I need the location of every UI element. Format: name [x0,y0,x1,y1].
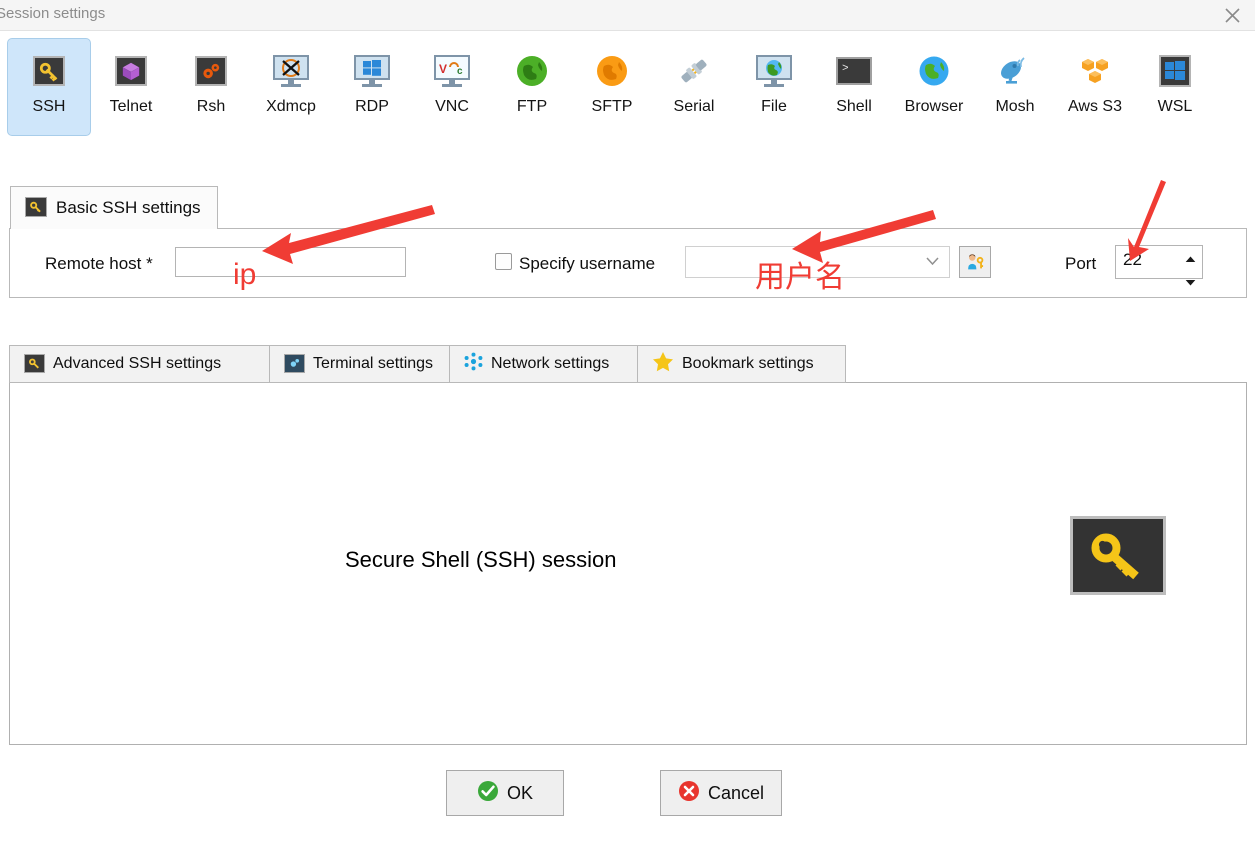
shell-prompt-icon: > [835,52,873,90]
title-bar: Session settings [0,0,1255,31]
session-description: Secure Shell (SSH) session [345,547,617,572]
ok-button-label: OK [506,782,533,803]
username-input[interactable] [686,247,916,277]
ok-button[interactable]: OK [446,770,564,816]
specify-username-label: Specify username [519,254,656,273]
session-type-telnet[interactable]: Telnet [89,38,173,136]
session-type-toolbar: SSH Telnet Rsh Xdmcp RDP V c VNC FTP SFT… [0,31,1255,143]
mosh-dish-icon [996,52,1034,90]
tab-network-settings[interactable]: Network settings [449,345,637,383]
serial-plug-icon [675,52,713,90]
session-type-xdmcp[interactable]: Xdmcp [249,38,333,136]
session-type-rdp[interactable]: RDP [330,38,414,136]
username-combo[interactable] [685,246,950,278]
tab-basic-ssh-settings-label: Basic SSH settings [56,198,201,217]
session-type-ssh[interactable]: SSH [7,38,91,136]
session-type-label: Aws S3 [1068,98,1122,115]
user-key-icon[interactable] [959,246,991,278]
port-label: Port [1065,254,1097,273]
session-type-label: SFTP [591,98,633,115]
session-type-label: Mosh [995,98,1035,115]
session-type-label: SSH [32,98,66,115]
sftp-globe-icon [593,52,631,90]
ssh-key-icon [30,52,68,90]
session-type-ftp[interactable]: FTP [490,38,574,136]
ssh-key-icon [24,353,45,375]
close-icon[interactable] [1209,0,1255,30]
vnc-monitor-icon: V c [433,52,471,90]
rsh-gears-icon [192,52,230,90]
window-title: Session settings [0,5,106,22]
tab-basic-ssh-settings[interactable]: Basic SSH settings [10,186,218,229]
session-type-mosh[interactable]: Mosh [973,38,1057,136]
tab-terminal-settings-label: Terminal settings [313,355,434,372]
session-type-label: RDP [355,98,389,115]
terminal-gear-icon [284,353,305,375]
aws-cubes-icon [1076,52,1114,90]
svg-text:V: V [439,62,447,76]
tab-bookmark-settings-label: Bookmark settings [682,355,814,372]
session-type-label: Serial [673,98,715,115]
port-value: 22 [1123,250,1142,269]
tab-advanced-ssh-settings-label: Advanced SSH settings [53,355,222,372]
rdp-windows-icon [353,52,391,90]
settings-content-panel [9,382,1247,745]
ssh-key-icon [25,197,47,219]
tab-network-settings-label: Network settings [491,355,610,372]
telnet-cube-icon [112,52,150,90]
wsl-windows-icon [1156,52,1194,90]
svg-text:c: c [457,66,463,77]
session-type-sftp[interactable]: SFTP [570,38,654,136]
session-type-label: Shell [836,98,872,115]
tab-bookmark-settings[interactable]: Bookmark settings [637,345,846,383]
tab-advanced-ssh-settings[interactable]: Advanced SSH settings [9,345,269,383]
session-type-aws-s3[interactable]: Aws S3 [1053,38,1137,136]
session-type-label: WSL [1157,98,1193,115]
remote-host-label: Remote host * [45,254,153,273]
session-type-label: Xdmcp [266,98,316,115]
session-type-shell[interactable]: > Shell [812,38,896,136]
session-type-label: Rsh [196,98,226,115]
session-type-file[interactable]: File [732,38,816,136]
session-type-browser[interactable]: Browser [892,38,976,136]
x-circle-icon [678,780,700,807]
session-type-wsl[interactable]: WSL [1133,38,1217,136]
cancel-button[interactable]: Cancel [660,770,782,816]
session-type-serial[interactable]: Serial [652,38,736,136]
session-type-vnc[interactable]: V c VNC [410,38,494,136]
session-type-label: Browser [904,98,964,115]
spinner-up-icon[interactable] [1185,250,1196,268]
browser-globe-icon [915,52,953,90]
ssh-key-icon [1070,516,1166,595]
session-type-label: File [761,98,787,115]
svg-text:>: > [842,63,849,75]
chevron-down-icon[interactable] [926,253,939,271]
cancel-button-label: Cancel [707,782,765,803]
remote-host-input[interactable] [175,247,406,277]
check-circle-icon [477,780,499,807]
session-type-label: Telnet [109,98,153,115]
star-icon [652,351,674,377]
settings-tabstrip: Advanced SSH settings Terminal settings [9,345,846,383]
session-type-rsh[interactable]: Rsh [169,38,253,136]
tab-terminal-settings[interactable]: Terminal settings [269,345,449,383]
network-dots-icon [464,352,483,376]
spinner-down-icon[interactable] [1185,273,1196,291]
basic-settings-panel: Remote host * Specify username Port 22 [9,228,1247,298]
session-type-label: VNC [435,98,469,115]
xdmcp-monitor-icon [272,52,310,90]
specify-username-checkbox[interactable] [495,253,512,270]
port-spinner[interactable]: 22 [1115,245,1203,286]
file-monitor-icon [755,52,793,90]
ftp-globe-icon [513,52,551,90]
session-type-label: FTP [516,98,548,115]
